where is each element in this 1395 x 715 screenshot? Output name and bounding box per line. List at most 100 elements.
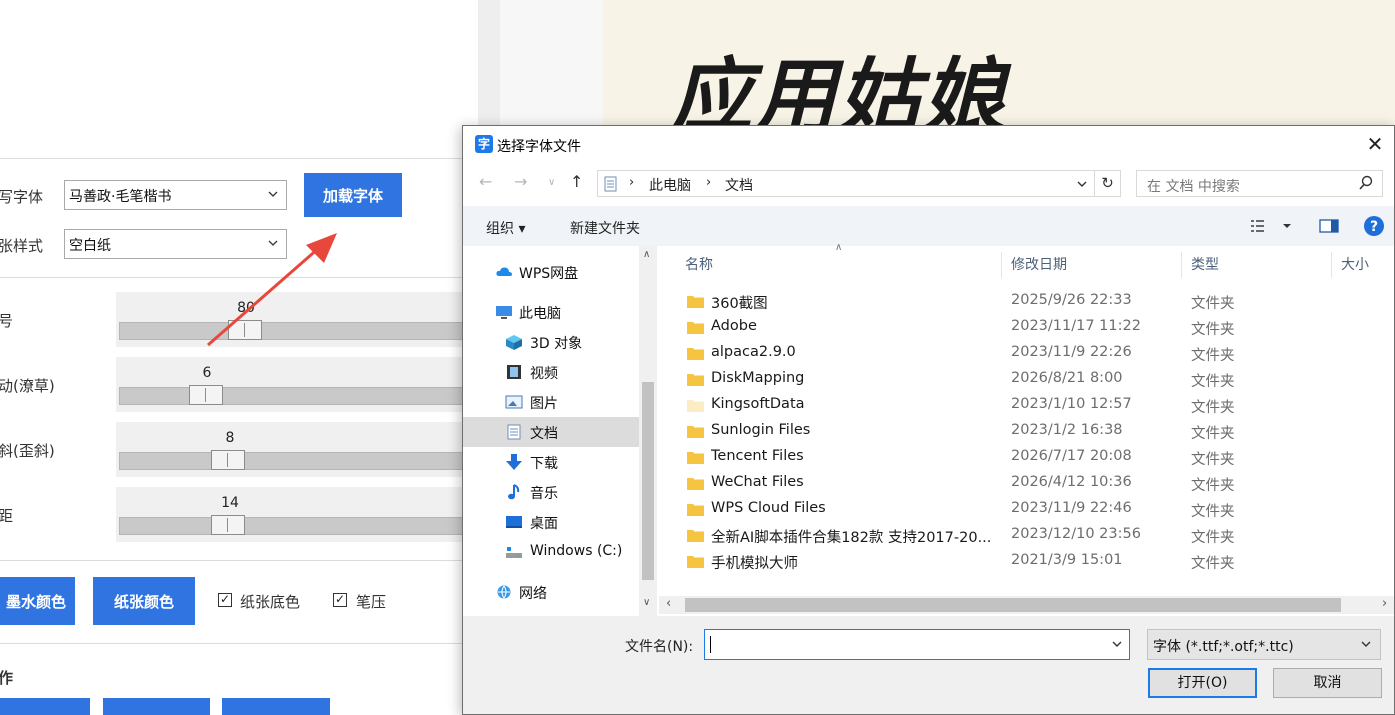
search-input[interactable]: 在 文档 中搜索 [1136,170,1383,197]
size-label: 号 [0,312,14,330]
nav-item-pictures[interactable]: 图片 [463,387,639,417]
file-row[interactable]: WPS Cloud Files 2023/11/9 22:46 文件夹 [659,496,1394,522]
up-icon[interactable]: ↑ [570,172,583,191]
help-icon[interactable]: ? [1363,215,1385,237]
file-date: 2023/11/9 22:26 [1011,344,1132,360]
breadcrumb-documents[interactable]: 文档 [725,175,753,195]
nav-item-documents[interactable]: 文档 [463,417,639,447]
slider-track [119,517,476,535]
preview-pane-icon[interactable] [1319,218,1339,234]
nav-item-this-pc[interactable]: 此电脑 [463,297,639,327]
tilt-value: 8 [225,430,235,446]
nav-label: 音乐 [530,486,558,502]
open-button[interactable]: 打开(O) [1148,668,1257,698]
nav-item-drive-c[interactable]: Windows (C:) [463,537,639,567]
file-row[interactable]: Adobe 2023/11/17 11:22 文件夹 [659,314,1394,340]
spacing-slider[interactable]: 14 [116,487,476,542]
jitter-slider[interactable]: 6 [116,357,476,412]
recent-dropdown-icon[interactable]: ∨ [548,177,555,188]
divider [0,560,470,561]
spacing-value: 14 [221,495,239,511]
pen-pressure-label: 笔压 [356,593,387,611]
navigation-pane: WPS网盘 此电脑 3D 对象 视频 图片 文档 下载 音乐 桌面 Window… [463,246,659,616]
column-size[interactable]: 大小 [1341,254,1369,274]
action-button[interactable] [222,698,330,715]
slider-thumb[interactable] [211,450,245,470]
command-bar: 组织 ▾ 新建文件夹 ? [463,206,1394,246]
nav-item-network[interactable]: 网络 [463,577,639,607]
file-type: 文件夹 [1191,478,1235,494]
refresh-icon[interactable]: ↻ [1095,170,1121,197]
jitter-label: 动(潦草) [0,377,55,395]
paper-bg-label: 纸张底色 [240,593,301,611]
file-type: 文件夹 [1191,556,1235,572]
slider-track [119,387,476,405]
nav-item-music[interactable]: 音乐 [463,477,639,507]
file-row[interactable]: alpaca2.9.0 2023/11/9 22:26 文件夹 [659,340,1394,366]
nav-item-desktop[interactable]: 桌面 [463,507,639,537]
file-row[interactable]: Sunlogin Files 2023/1/2 16:38 文件夹 [659,418,1394,444]
view-options-icon[interactable] [1249,218,1295,234]
paper-style-value: 空白纸 [69,238,111,254]
file-row[interactable]: 全新AI脚本插件合集182款 支持2017-20... 2023/12/10 2… [659,522,1394,548]
cube-icon [506,335,522,350]
scroll-thumb[interactable] [642,382,654,580]
folder-icon [687,322,704,334]
svg-text:?: ? [1370,219,1378,235]
font-select[interactable]: 马善政·毛笔楷书 [64,180,287,210]
action-button[interactable] [103,698,210,715]
slider-thumb[interactable] [211,515,245,535]
folder-icon [687,504,704,516]
file-row[interactable]: Tencent Files 2026/7/17 20:08 文件夹 [659,444,1394,470]
file-type: 文件夹 [1191,296,1235,312]
forward-icon[interactable]: → [514,172,527,191]
file-row[interactable]: KingsoftData 2023/1/10 12:57 文件夹 [659,392,1394,418]
breadcrumb-this-pc[interactable]: 此电脑 [649,175,691,195]
chevron-down-icon[interactable] [1076,177,1088,191]
file-date: 2021/3/9 15:01 [1011,552,1123,568]
scroll-up-icon[interactable]: ∧ [643,249,650,260]
file-row[interactable]: 手机模拟大师 2021/3/9 15:01 文件夹 [659,548,1394,574]
nav-label: 桌面 [530,516,558,532]
file-name: WPS Cloud Files [711,500,826,516]
file-row[interactable]: DiskMapping 2026/8/21 8:00 文件夹 [659,366,1394,392]
nav-item-3d-objects[interactable]: 3D 对象 [463,327,639,357]
column-name[interactable]: 名称 [685,254,713,274]
horizontal-scrollbar[interactable]: ‹ › [659,596,1394,614]
new-folder-button[interactable]: 新建文件夹 [570,218,640,238]
scroll-left-icon[interactable]: ‹ [666,596,671,611]
close-icon[interactable]: ✕ [1362,132,1388,158]
address-bar[interactable]: › 此电脑 › 文档 [597,170,1095,197]
cancel-button[interactable]: 取消 [1273,668,1382,698]
filename-input[interactable] [704,629,1130,660]
nav-item-downloads[interactable]: 下载 [463,447,639,477]
tilt-slider[interactable]: 8 [116,422,476,477]
organize-menu[interactable]: 组织 ▾ [486,218,525,238]
scroll-right-icon[interactable]: › [1382,596,1387,611]
slider-thumb[interactable] [189,385,223,405]
back-icon[interactable]: ← [479,172,492,191]
nav-scrollbar[interactable]: ∧ ∨ [639,246,657,616]
chevron-down-icon[interactable] [1111,637,1123,651]
ink-color-button[interactable]: 墨水颜色 [0,577,75,625]
file-row[interactable]: WeChat Files 2026/4/12 10:36 文件夹 [659,470,1394,496]
filename-label: 文件名(N): [625,639,694,655]
download-icon [506,454,522,470]
scroll-down-icon[interactable]: ∨ [643,597,650,608]
column-date[interactable]: 修改日期 [1011,254,1067,274]
computer-icon [496,306,512,319]
scroll-thumb[interactable] [685,598,1341,612]
paper-color-button[interactable]: 纸张颜色 [93,577,195,625]
file-date: 2023/1/10 12:57 [1011,396,1132,412]
nav-item-videos[interactable]: 视频 [463,357,639,387]
file-row[interactable]: 360截图 2025/9/26 22:33 文件夹 [659,288,1394,314]
filetype-select[interactable]: 字体 (*.ttf;*.otf;*.ttc) [1147,629,1381,660]
paper-bg-checkbox[interactable]: ✓ [218,593,232,607]
column-type[interactable]: 类型 [1191,254,1219,274]
nav-item-wps-cloud[interactable]: WPS网盘 [463,257,639,287]
pen-pressure-checkbox[interactable]: ✓ [333,593,347,607]
file-type: 文件夹 [1191,322,1235,338]
action-button[interactable] [0,698,90,715]
folder-icon [687,374,704,386]
load-font-button[interactable]: 加载字体 [304,173,402,217]
